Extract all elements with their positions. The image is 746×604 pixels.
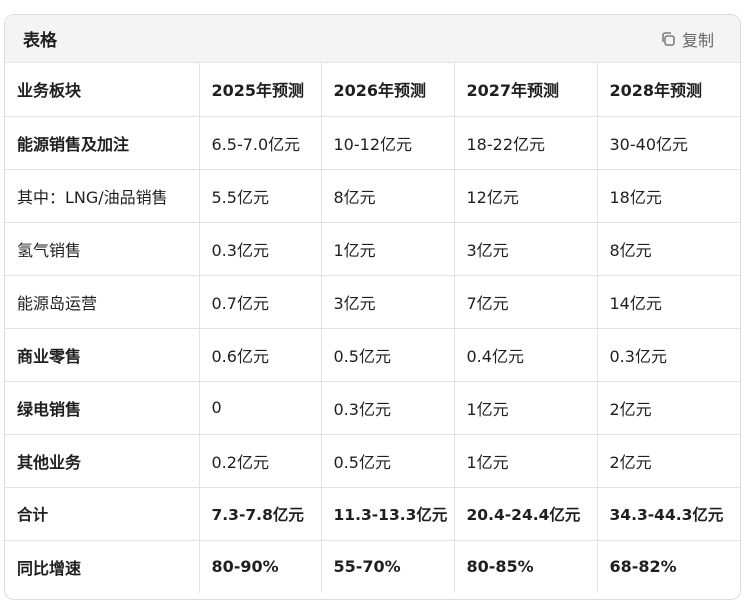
copy-label: 复制 — [681, 30, 714, 50]
table-cell: 0.2亿元 — [199, 434, 322, 488]
table-cell: 7.3-7.8亿元 — [199, 487, 322, 541]
table-cell: 8亿元 — [321, 169, 455, 223]
card-title: 表格 — [23, 31, 57, 51]
table-cell: 0.6亿元 — [199, 328, 322, 382]
table-cell: 能源销售及加注 — [5, 116, 200, 170]
column-header: 2027年预测 — [454, 63, 598, 117]
table-cell: 1亿元 — [454, 381, 598, 435]
table-cell: 7亿元 — [454, 275, 598, 329]
table-cell: 商业零售 — [5, 328, 200, 382]
table-cell: 氢气销售 — [5, 222, 200, 276]
table-row: 绿电销售 0 0.3亿元 1亿元 2亿元 — [5, 381, 740, 435]
table-cell: 30-40亿元 — [597, 116, 740, 170]
table-cell: 其他业务 — [5, 434, 200, 488]
table-cell: 5.5亿元 — [199, 169, 322, 223]
table-cell: 0.7亿元 — [199, 275, 322, 329]
copy-icon — [660, 31, 676, 47]
column-header: 2025年预测 — [199, 63, 322, 117]
table-card: 表格 复制 业务板块 2025年预测 2026年预测 2027年预测 2028年… — [4, 14, 741, 600]
table-cell: 能源岛运营 — [5, 275, 200, 329]
table-cell: 6.5-7.0亿元 — [199, 116, 322, 170]
table-cell: 18亿元 — [597, 169, 740, 223]
table-row: 氢气销售 0.3亿元 1亿元 3亿元 8亿元 — [5, 222, 740, 276]
table-cell: 8亿元 — [597, 222, 740, 276]
table-cell: 0.4亿元 — [454, 328, 598, 382]
table-row: 能源岛运营 0.7亿元 3亿元 7亿元 14亿元 — [5, 275, 740, 329]
table-cell: 14亿元 — [597, 275, 740, 329]
table-row: 其他业务 0.2亿元 0.5亿元 1亿元 2亿元 — [5, 434, 740, 488]
table-header-row: 业务板块 2025年预测 2026年预测 2027年预测 2028年预测 — [5, 63, 740, 117]
table-cell: 68-82% — [609, 557, 677, 577]
table-row-growth: 同比增速 80-90% 55-70% 80-85% 68-82% — [5, 540, 740, 593]
table-cell: 80-85% — [454, 540, 598, 593]
table-cell: 0.5亿元 — [321, 328, 455, 382]
table-cell: 2亿元 — [597, 434, 740, 488]
table-cell: 0.3亿元 — [597, 328, 740, 382]
table-cell: 18-22亿元 — [454, 116, 598, 170]
table-cell: 80-90% — [199, 540, 322, 593]
column-header: 2028年预测 — [597, 63, 740, 117]
table-cell: 20.4-24.4亿元 — [454, 487, 598, 541]
table-cell: 同比增速 — [5, 540, 200, 593]
table-cell: 10-12亿元 — [321, 116, 455, 170]
table-cell: 0.3亿元 — [199, 222, 322, 276]
table-row: 商业零售 0.6亿元 0.5亿元 0.4亿元 0.3亿元 — [5, 328, 740, 382]
column-header: 2026年预测 — [321, 63, 455, 117]
table-cell: 3亿元 — [321, 275, 455, 329]
table-row-total: 合计 7.3-7.8亿元 11.3-13.3亿元 20.4-24.4亿元 34.… — [5, 487, 740, 541]
table-cell: 34.3-44.3亿元 — [597, 487, 740, 541]
copy-button[interactable]: 复制 — [660, 27, 714, 51]
table-cell: 1亿元 — [454, 434, 598, 488]
table-cell: 11.3-13.3亿元 — [321, 487, 455, 541]
table-cell: 0.5亿元 — [321, 434, 455, 488]
table-row: 能源销售及加注 6.5-7.0亿元 10-12亿元 18-22亿元 30-40亿… — [5, 116, 740, 170]
table-cell: 1亿元 — [321, 222, 455, 276]
table-cell: 合计 — [5, 487, 200, 541]
forecast-table: 业务板块 2025年预测 2026年预测 2027年预测 2028年预测 能源销… — [5, 63, 740, 593]
card-header: 表格 复制 — [5, 15, 740, 63]
table-cell: 0 — [199, 381, 322, 435]
table-cell: 绿电销售 — [5, 381, 200, 435]
table-cell: 2亿元 — [597, 381, 740, 435]
table-cell: 3亿元 — [454, 222, 598, 276]
table-cell: 12亿元 — [454, 169, 598, 223]
table-cell: 0.3亿元 — [321, 381, 455, 435]
table-row: 其中：LNG/油品销售 5.5亿元 8亿元 12亿元 18亿元 — [5, 169, 740, 223]
table-cell: 其中：LNG/油品销售 — [5, 169, 200, 223]
column-header: 业务板块 — [5, 63, 200, 117]
table-cell: 55-70% — [321, 540, 455, 593]
